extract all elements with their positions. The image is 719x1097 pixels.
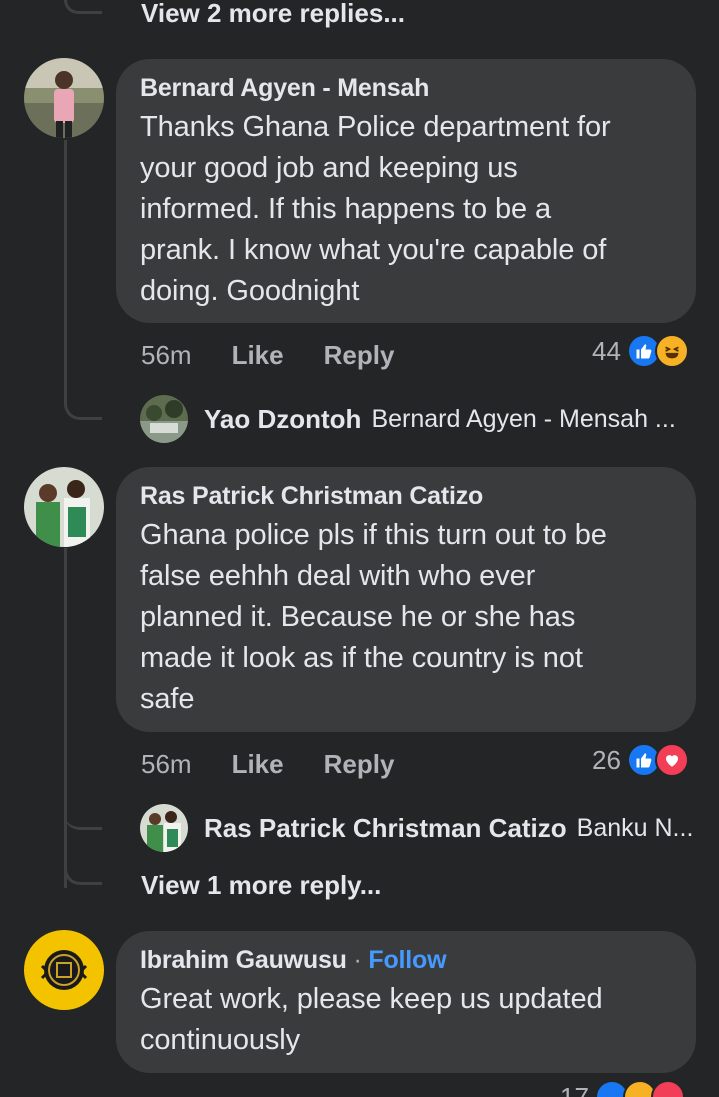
- comment-bubble: Ras Patrick Christman Catizo Ghana polic…: [116, 467, 696, 732]
- comment-text-line: safe: [140, 683, 195, 715]
- reaction-count: 26: [592, 744, 621, 775]
- comment-text-line: made it look as if the country is not: [140, 642, 583, 674]
- avatar[interactable]: [140, 804, 188, 852]
- comment-author-row: Ibrahim Gauwusu · Follow: [140, 945, 672, 975]
- reaction-summary[interactable]: 26: [592, 743, 689, 777]
- thread-connector: [64, 0, 102, 14]
- avatar-photo-icon: [140, 804, 188, 852]
- comment-text-line: your good job and keeping us: [140, 152, 518, 184]
- comment-text-line: doing. Goodnight: [140, 275, 360, 307]
- reply-author[interactable]: Yao Dzontoh: [204, 404, 361, 435]
- comment-text: Ghana police pls if this turn out to be …: [140, 515, 672, 720]
- comment-timestamp[interactable]: 56m: [141, 340, 192, 371]
- comment-text-line: prank. I know what you're capable of: [140, 234, 607, 266]
- comment-author[interactable]: Ras Patrick Christman Catizo: [140, 481, 672, 511]
- reply-preview[interactable]: Ras Patrick Christman Catizo Banku N...: [140, 804, 693, 852]
- comment-text-line: false eehhh deal with who ever: [140, 560, 536, 592]
- reply-button[interactable]: Reply: [324, 749, 395, 780]
- reaction-summary[interactable]: 44: [592, 334, 689, 368]
- view-more-replies-link[interactable]: View 2 more replies...: [141, 0, 405, 26]
- comment-text: Thanks Ghana Police department for your …: [140, 107, 672, 312]
- follow-button[interactable]: Follow: [368, 946, 446, 974]
- comment-actions: 56m Like Reply: [141, 340, 394, 371]
- comment-text-line: Thanks Ghana Police department for: [140, 111, 611, 143]
- comment-author[interactable]: Bernard Agyen - Mensah: [140, 73, 672, 103]
- avatar[interactable]: [140, 395, 188, 443]
- love-icon: [650, 1080, 685, 1097]
- avatar-photo-icon: [140, 395, 188, 443]
- avatar[interactable]: [24, 58, 104, 138]
- reaction-count: 44: [592, 335, 621, 366]
- reaction-count: 17: [560, 1081, 589, 1097]
- avatar-photo-icon: [24, 58, 104, 138]
- comment-bubble: Ibrahim Gauwusu · Follow Great work, ple…: [116, 931, 696, 1073]
- thread-connector: [64, 790, 102, 830]
- like-button[interactable]: Like: [232, 749, 284, 780]
- reply-preview[interactable]: Yao Dzontoh Bernard Agyen - Mensah ...: [140, 395, 676, 443]
- haha-icon: [654, 334, 689, 368]
- avatar-photo-icon: [24, 467, 104, 547]
- thread-connector: [64, 140, 102, 420]
- reply-button[interactable]: Reply: [324, 340, 395, 371]
- reaction-summary[interactable]: 17: [560, 1080, 685, 1097]
- avatar[interactable]: [24, 930, 104, 1010]
- reply-snippet: Banku N...: [576, 813, 694, 842]
- reply-author[interactable]: Ras Patrick Christman Catizo: [204, 813, 567, 844]
- comment-text-line: informed. If this happens to be a: [140, 193, 552, 225]
- separator-dot: ·: [353, 946, 362, 974]
- thread-connector: [64, 548, 67, 888]
- comment-text: Great work, please keep us updated conti…: [140, 979, 672, 1061]
- comment-text-line: planned it. Because he or she has: [140, 601, 576, 633]
- comment-bubble: Bernard Agyen - Mensah Thanks Ghana Poli…: [116, 59, 696, 323]
- thread-connector: [64, 840, 102, 885]
- like-button[interactable]: Like: [232, 340, 284, 371]
- avatar[interactable]: [24, 467, 104, 547]
- comment-author[interactable]: Ibrahim Gauwusu: [140, 946, 347, 974]
- comment-timestamp[interactable]: 56m: [141, 749, 192, 780]
- comment-text-line: Ghana police pls if this turn out to be: [140, 519, 607, 551]
- comment-actions: 56m Like Reply: [141, 749, 394, 780]
- comment-text-line: continuously: [140, 1024, 301, 1056]
- comment-text-line: Great work, please keep us updated: [140, 983, 603, 1015]
- view-more-replies-link[interactable]: View 1 more reply...: [141, 870, 381, 900]
- love-icon: [654, 743, 689, 777]
- badge-logo-icon: [24, 930, 104, 1010]
- reply-snippet: Bernard Agyen - Mensah ...: [371, 404, 676, 433]
